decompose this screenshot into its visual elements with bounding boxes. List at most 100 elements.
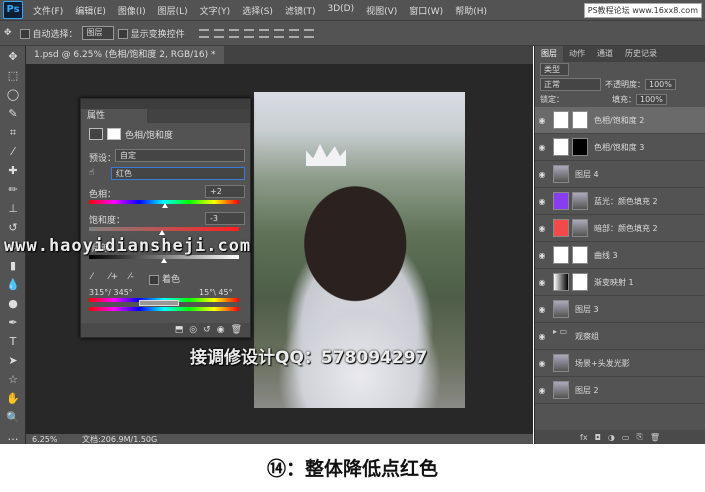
opacity-input[interactable]: 100% <box>645 79 676 90</box>
align-vcenter-icon[interactable] <box>213 28 224 38</box>
targeted-adjust-icon[interactable]: ☝ <box>89 168 94 178</box>
pen-tool-icon[interactable]: ✒ <box>5 315 21 331</box>
eyedropper-icon[interactable]: ⁄ <box>5 144 21 160</box>
eye-icon[interactable]: ◉ <box>535 305 549 314</box>
panel-titlebar[interactable] <box>81 99 250 109</box>
layers-tab[interactable]: 历史记录 <box>619 46 663 62</box>
layers-footer-icon[interactable]: ⎘ <box>636 432 642 442</box>
layer-mask[interactable] <box>572 192 588 210</box>
gradient-tool-icon[interactable]: ▮ <box>5 258 21 274</box>
align-left-icon[interactable] <box>243 28 254 38</box>
more-tools-icon[interactable]: … <box>5 429 21 445</box>
dodge-tool-icon[interactable]: ● <box>5 296 21 312</box>
align-bottom-icon[interactable] <box>228 28 239 38</box>
show-transform-checkbox[interactable]: 显示变换控件 <box>117 27 185 40</box>
layers-tab[interactable]: 图层 <box>535 46 563 62</box>
move-tool-icon[interactable]: ✥ <box>5 49 21 65</box>
eye-icon[interactable]: ◉ <box>535 359 549 368</box>
menu-item[interactable]: 编辑(E) <box>69 4 112 17</box>
layer-row[interactable]: ◉ 蓝光：颜色填充 2 <box>535 188 705 215</box>
layers-footer-icon[interactable]: fx <box>580 433 588 442</box>
view-previous-icon[interactable]: ◎ <box>189 325 197 335</box>
menu-item[interactable]: 图层(L) <box>152 4 194 17</box>
shape-tool-icon[interactable]: ☆ <box>5 372 21 388</box>
eye-icon[interactable]: ◉ <box>535 170 549 179</box>
blend-mode-dropdown[interactable]: 正常 <box>540 78 601 91</box>
eye-icon[interactable]: ◉ <box>535 278 549 287</box>
stamp-tool-icon[interactable]: ⊥ <box>5 201 21 217</box>
history-brush-icon[interactable]: ↺ <box>5 220 21 236</box>
menu-item[interactable]: 窗口(W) <box>403 4 449 17</box>
menu-item[interactable]: 帮助(H) <box>449 4 493 17</box>
eye-icon[interactable]: ◉ <box>535 251 549 260</box>
layer-row[interactable]: ◉ 图层 2 <box>535 377 705 404</box>
saturation-input[interactable]: -3 <box>205 212 245 225</box>
hand-tool-icon[interactable]: ✋ <box>5 391 21 407</box>
align-right-icon[interactable] <box>273 28 284 38</box>
eye-icon[interactable]: ◉ <box>535 143 549 152</box>
blur-tool-icon[interactable]: 💧 <box>5 277 21 293</box>
layer-mask[interactable] <box>572 246 588 264</box>
eye-icon[interactable]: ◉ <box>535 386 549 395</box>
layer-row[interactable]: ◉ ▸ ▭ 观察组 <box>535 323 705 350</box>
path-select-icon[interactable]: ➤ <box>5 353 21 369</box>
auto-select-checkbox[interactable]: 自动选择： <box>19 27 78 40</box>
trash-icon[interactable]: 🗑 <box>231 325 242 335</box>
layer-mask[interactable] <box>572 138 588 156</box>
menu-item[interactable]: 视图(V) <box>360 4 403 17</box>
eye-icon[interactable]: ◉ <box>535 332 549 341</box>
layers-footer-icon[interactable]: 🗑 <box>650 433 660 442</box>
tab-properties[interactable]: 属性 <box>81 109 147 123</box>
mask-icon[interactable] <box>107 128 121 140</box>
eyedropper-plus-icon[interactable]: ⁄+ <box>109 272 118 282</box>
fill-input[interactable]: 100% <box>636 94 667 105</box>
eye-icon[interactable]: ◉ <box>535 116 549 125</box>
colorize-checkbox[interactable]: 着色 <box>149 272 180 285</box>
preset-dropdown[interactable]: 自定 <box>115 149 245 162</box>
menu-item[interactable]: 滤镜(T) <box>279 4 322 17</box>
eye-icon[interactable]: ◉ <box>535 224 549 233</box>
distribute-icon[interactable] <box>288 28 299 38</box>
distribute-icon[interactable] <box>303 28 314 38</box>
layers-tab[interactable]: 通道 <box>591 46 619 62</box>
layers-footer-icon[interactable]: ◑ <box>608 433 615 442</box>
layers-footer-icon[interactable]: ▭ <box>622 433 630 442</box>
clip-icon[interactable]: ⬒ <box>175 325 184 335</box>
auto-select-dropdown[interactable]: 图层 <box>81 26 114 40</box>
saturation-slider-thumb[interactable] <box>158 230 165 235</box>
align-hcenter-icon[interactable] <box>258 28 269 38</box>
type-tool-icon[interactable]: T <box>5 334 21 350</box>
layers-tab[interactable]: 动作 <box>563 46 591 62</box>
marquee-tool-icon[interactable]: ⬚ <box>5 68 21 84</box>
range-selector[interactable] <box>139 300 179 306</box>
eyedropper-minus-icon[interactable]: ⁄- <box>129 272 134 282</box>
menu-item[interactable]: 图像(I) <box>112 4 152 17</box>
menu-item[interactable]: 文字(Y) <box>194 4 237 17</box>
layer-mask[interactable] <box>572 219 588 237</box>
visibility-icon[interactable]: ◉ <box>217 325 225 335</box>
layer-mask[interactable] <box>572 273 588 291</box>
crop-tool-icon[interactable]: ⌗ <box>5 125 21 141</box>
quick-select-icon[interactable]: ✎ <box>5 106 21 122</box>
move-tool-icon[interactable]: ✥ <box>4 28 12 38</box>
eye-icon[interactable]: ◉ <box>535 197 549 206</box>
lasso-tool-icon[interactable]: ◯ <box>5 87 21 103</box>
reset-icon[interactable]: ↺ <box>203 325 211 335</box>
zoom-tool-icon[interactable]: 🔍 <box>5 410 21 426</box>
layer-row[interactable]: ◉ 色相/饱和度 3 <box>535 134 705 161</box>
layer-row[interactable]: ◉ 暗部：颜色填充 2 <box>535 215 705 242</box>
menu-item[interactable]: 文件(F) <box>27 4 69 17</box>
layer-mask[interactable] <box>572 111 588 129</box>
lightness-slider-thumb[interactable] <box>161 258 167 263</box>
brush-tool-icon[interactable]: ✏ <box>5 182 21 198</box>
layer-row[interactable]: ◉ 图层 4 <box>535 161 705 188</box>
layer-row[interactable]: ◉ 场景+头发光影 <box>535 350 705 377</box>
zoom-level[interactable]: 6.25% <box>32 435 76 444</box>
menu-item[interactable]: 3D(D) <box>321 4 360 17</box>
layer-row[interactable]: ◉ 曲线 3 <box>535 242 705 269</box>
layer-row[interactable]: ◉ 渐变映射 1 <box>535 269 705 296</box>
hue-slider-thumb[interactable] <box>161 203 168 208</box>
eyedropper-icon[interactable]: ⁄ <box>91 272 93 282</box>
layers-footer-icon[interactable]: ◘ <box>595 433 601 442</box>
layer-row[interactable]: ◉ 色相/饱和度 2 <box>535 107 705 134</box>
